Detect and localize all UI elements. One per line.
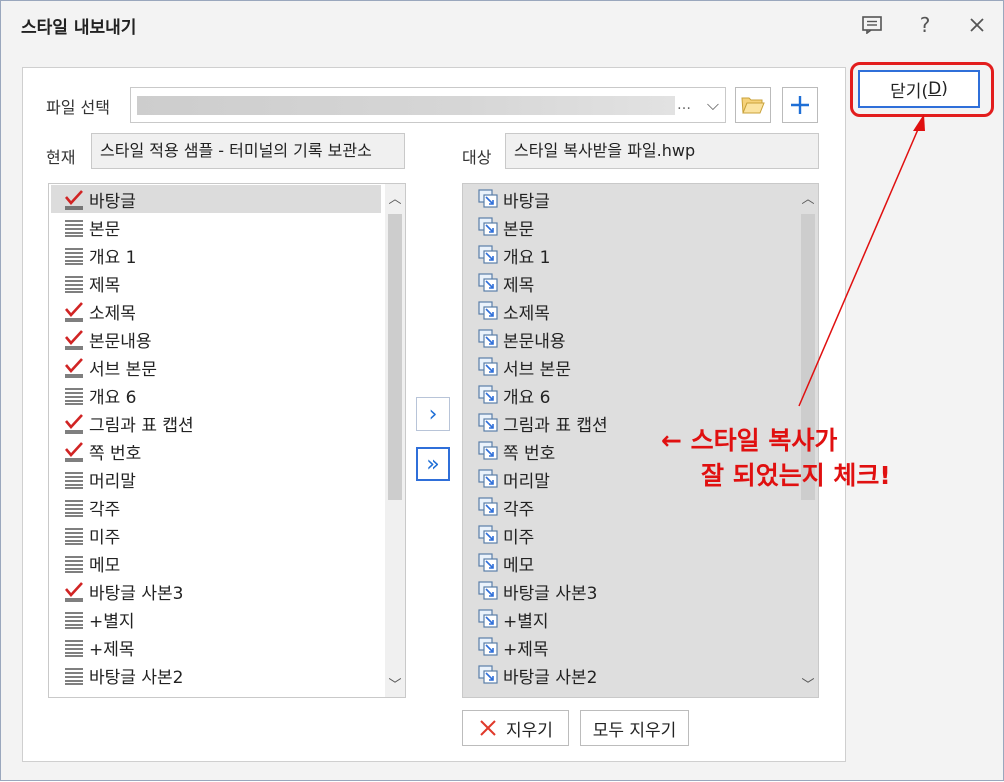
dialog-window: 스타일 내보내기 ? 파일 선택 … ⌵ 현재 스타일 적용 샘플 - 터미널의… — [0, 0, 1004, 781]
annotation-line-1: ← 스타일 복사가 — [661, 426, 838, 455]
annotation-arrow — [798, 114, 925, 407]
annotation-line-2: 잘 되었는지 체크! — [701, 461, 891, 490]
